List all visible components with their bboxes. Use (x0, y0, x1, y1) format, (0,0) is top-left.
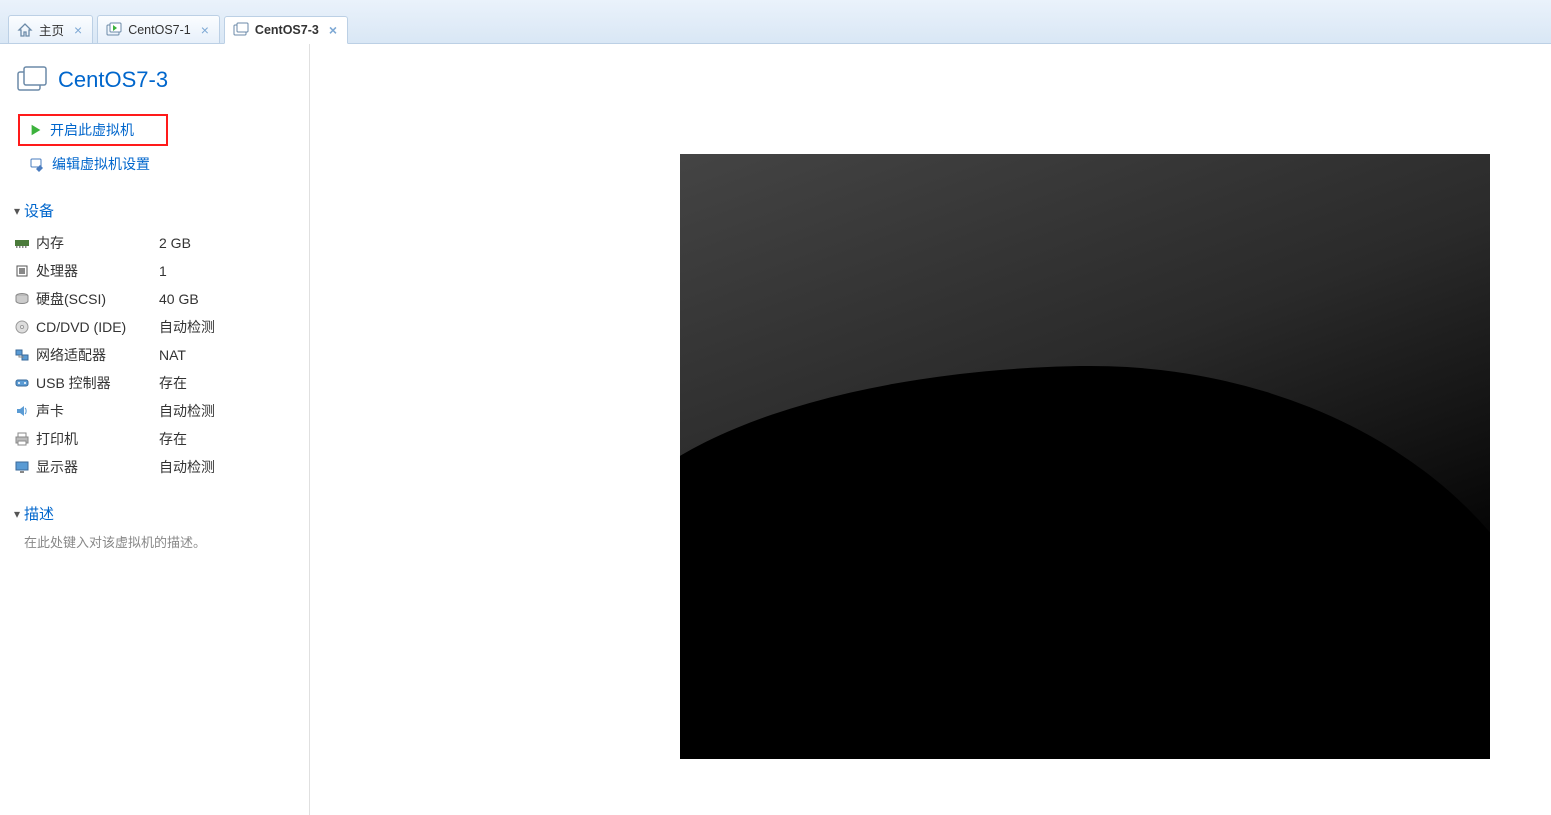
device-label-text: 显示器 (36, 457, 78, 477)
device-row-usb[interactable]: USB 控制器 存在 (14, 369, 291, 397)
device-value: 存在 (159, 425, 291, 453)
vm-title: CentOS7-3 (58, 67, 168, 93)
device-label-text: 内存 (36, 233, 64, 253)
device-label-text: 打印机 (36, 429, 78, 449)
tab-bar: 主页 × CentOS7-1 × CentOS7-3 × (0, 0, 1551, 44)
close-icon[interactable]: × (329, 23, 337, 37)
device-value: 自动检测 (159, 397, 291, 425)
vm-sidebar: CentOS7-3 开启此虚拟机 编辑虚拟机设置 ▾ 设备 (0, 44, 310, 815)
description-section-header[interactable]: ▾ 描述 (14, 503, 291, 524)
disk-icon (14, 291, 30, 307)
edit-vm-settings-button[interactable]: 编辑虚拟机设置 (24, 150, 291, 178)
printer-icon (14, 431, 30, 447)
tab-label: 主页 (39, 20, 64, 39)
device-label-text: USB 控制器 (36, 373, 111, 393)
close-icon[interactable]: × (201, 23, 209, 37)
device-row-printer[interactable]: 打印机 存在 (14, 425, 291, 453)
device-row-network[interactable]: 网络适配器 NAT (14, 341, 291, 369)
device-label-text: 声卡 (36, 401, 64, 421)
device-value: 自动检测 (159, 453, 291, 481)
device-row-display[interactable]: 显示器 自动检测 (14, 453, 291, 481)
vm-screen-preview[interactable] (680, 154, 1490, 759)
device-label-text: 处理器 (36, 261, 78, 281)
device-value: 40 GB (159, 285, 291, 313)
action-label: 开启此虚拟机 (50, 120, 134, 140)
tab-centos7-3[interactable]: CentOS7-3 × (224, 16, 348, 44)
cpu-icon (14, 263, 30, 279)
device-label-text: CD/DVD (IDE) (36, 319, 126, 335)
device-value: 2 GB (159, 229, 291, 257)
settings-icon (30, 156, 46, 172)
display-icon (14, 459, 30, 475)
home-icon (17, 22, 33, 38)
device-row-cddvd[interactable]: CD/DVD (IDE) 自动检测 (14, 313, 291, 341)
device-label-text: 硬盘(SCSI) (36, 289, 106, 309)
section-label: 描述 (24, 503, 54, 524)
vm-shine-overlay (680, 154, 1490, 759)
device-row-sound[interactable]: 声卡 自动检测 (14, 397, 291, 425)
disc-icon (14, 319, 30, 335)
usb-icon (14, 375, 30, 391)
vm-preview-area (310, 44, 1551, 815)
tab-centos7-1[interactable]: CentOS7-1 × (97, 15, 220, 43)
chevron-down-icon: ▾ (14, 507, 20, 521)
device-value: 1 (159, 257, 291, 285)
device-value: 存在 (159, 369, 291, 397)
sound-icon (14, 403, 30, 419)
action-label: 编辑虚拟机设置 (52, 154, 150, 174)
device-row-cpu[interactable]: 处理器 1 (14, 257, 291, 285)
section-label: 设备 (24, 200, 54, 221)
vm-icon (106, 22, 122, 38)
device-row-disk[interactable]: 硬盘(SCSI) 40 GB (14, 285, 291, 313)
vm-icon (233, 22, 249, 38)
tab-home[interactable]: 主页 × (8, 15, 93, 43)
devices-section-header[interactable]: ▾ 设备 (14, 200, 291, 221)
device-list: 内存 2 GB 处理器 1 (14, 229, 291, 481)
chevron-down-icon: ▾ (14, 204, 20, 218)
device-row-memory[interactable]: 内存 2 GB (14, 229, 291, 257)
memory-icon (14, 235, 30, 251)
tab-label: CentOS7-3 (255, 23, 319, 37)
network-icon (14, 347, 30, 363)
device-value: NAT (159, 341, 291, 369)
tab-label: CentOS7-1 (128, 23, 191, 37)
device-value: 自动检测 (159, 313, 291, 341)
play-icon (28, 122, 44, 138)
close-icon[interactable]: × (74, 23, 82, 37)
description-placeholder[interactable]: 在此处键入对该虚拟机的描述。 (24, 532, 291, 551)
vm-large-icon (16, 64, 48, 96)
power-on-vm-button[interactable]: 开启此虚拟机 (18, 114, 168, 146)
device-label-text: 网络适配器 (36, 345, 106, 365)
